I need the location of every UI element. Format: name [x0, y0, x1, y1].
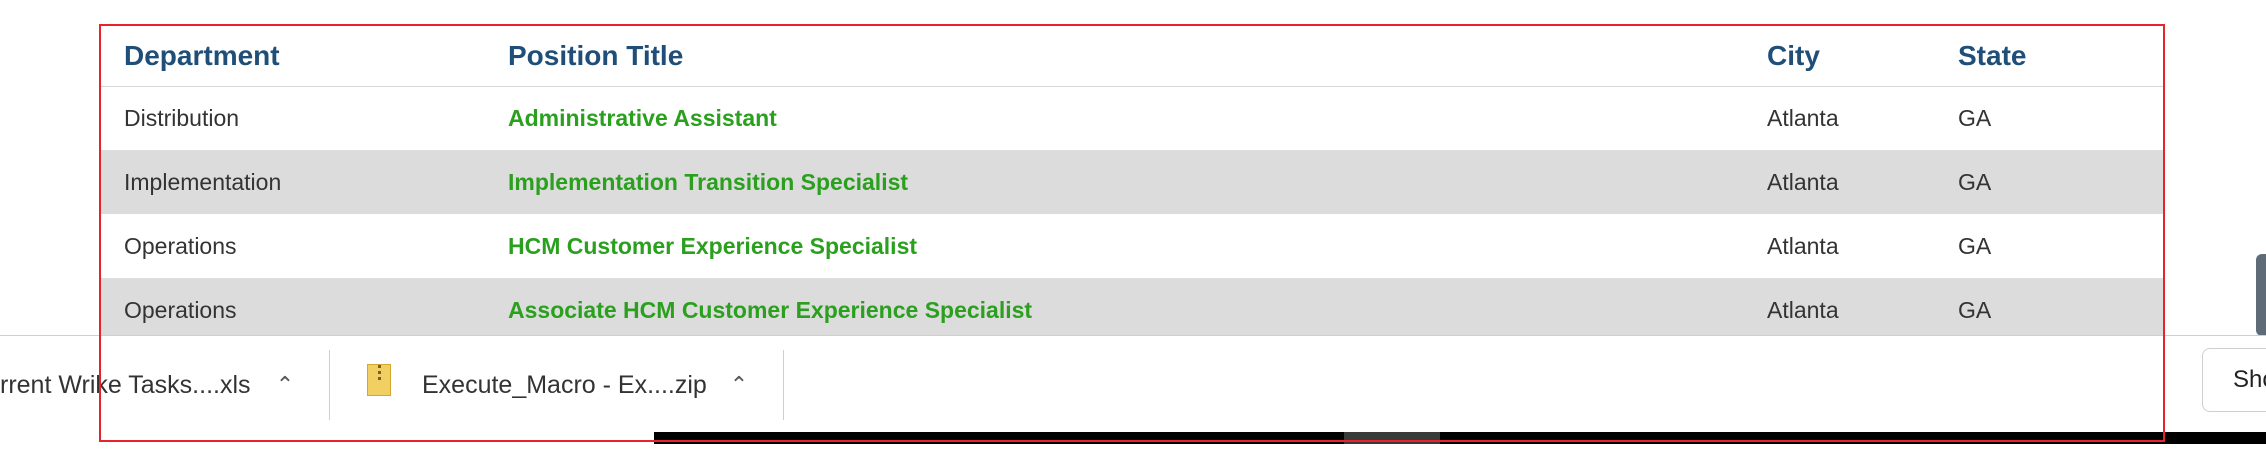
show-all-label: Sho	[2233, 366, 2266, 393]
side-scroll-handle[interactable]	[2256, 254, 2266, 336]
selection-highlight-frame	[99, 24, 2165, 442]
show-all-button[interactable]: Sho	[2202, 348, 2266, 412]
